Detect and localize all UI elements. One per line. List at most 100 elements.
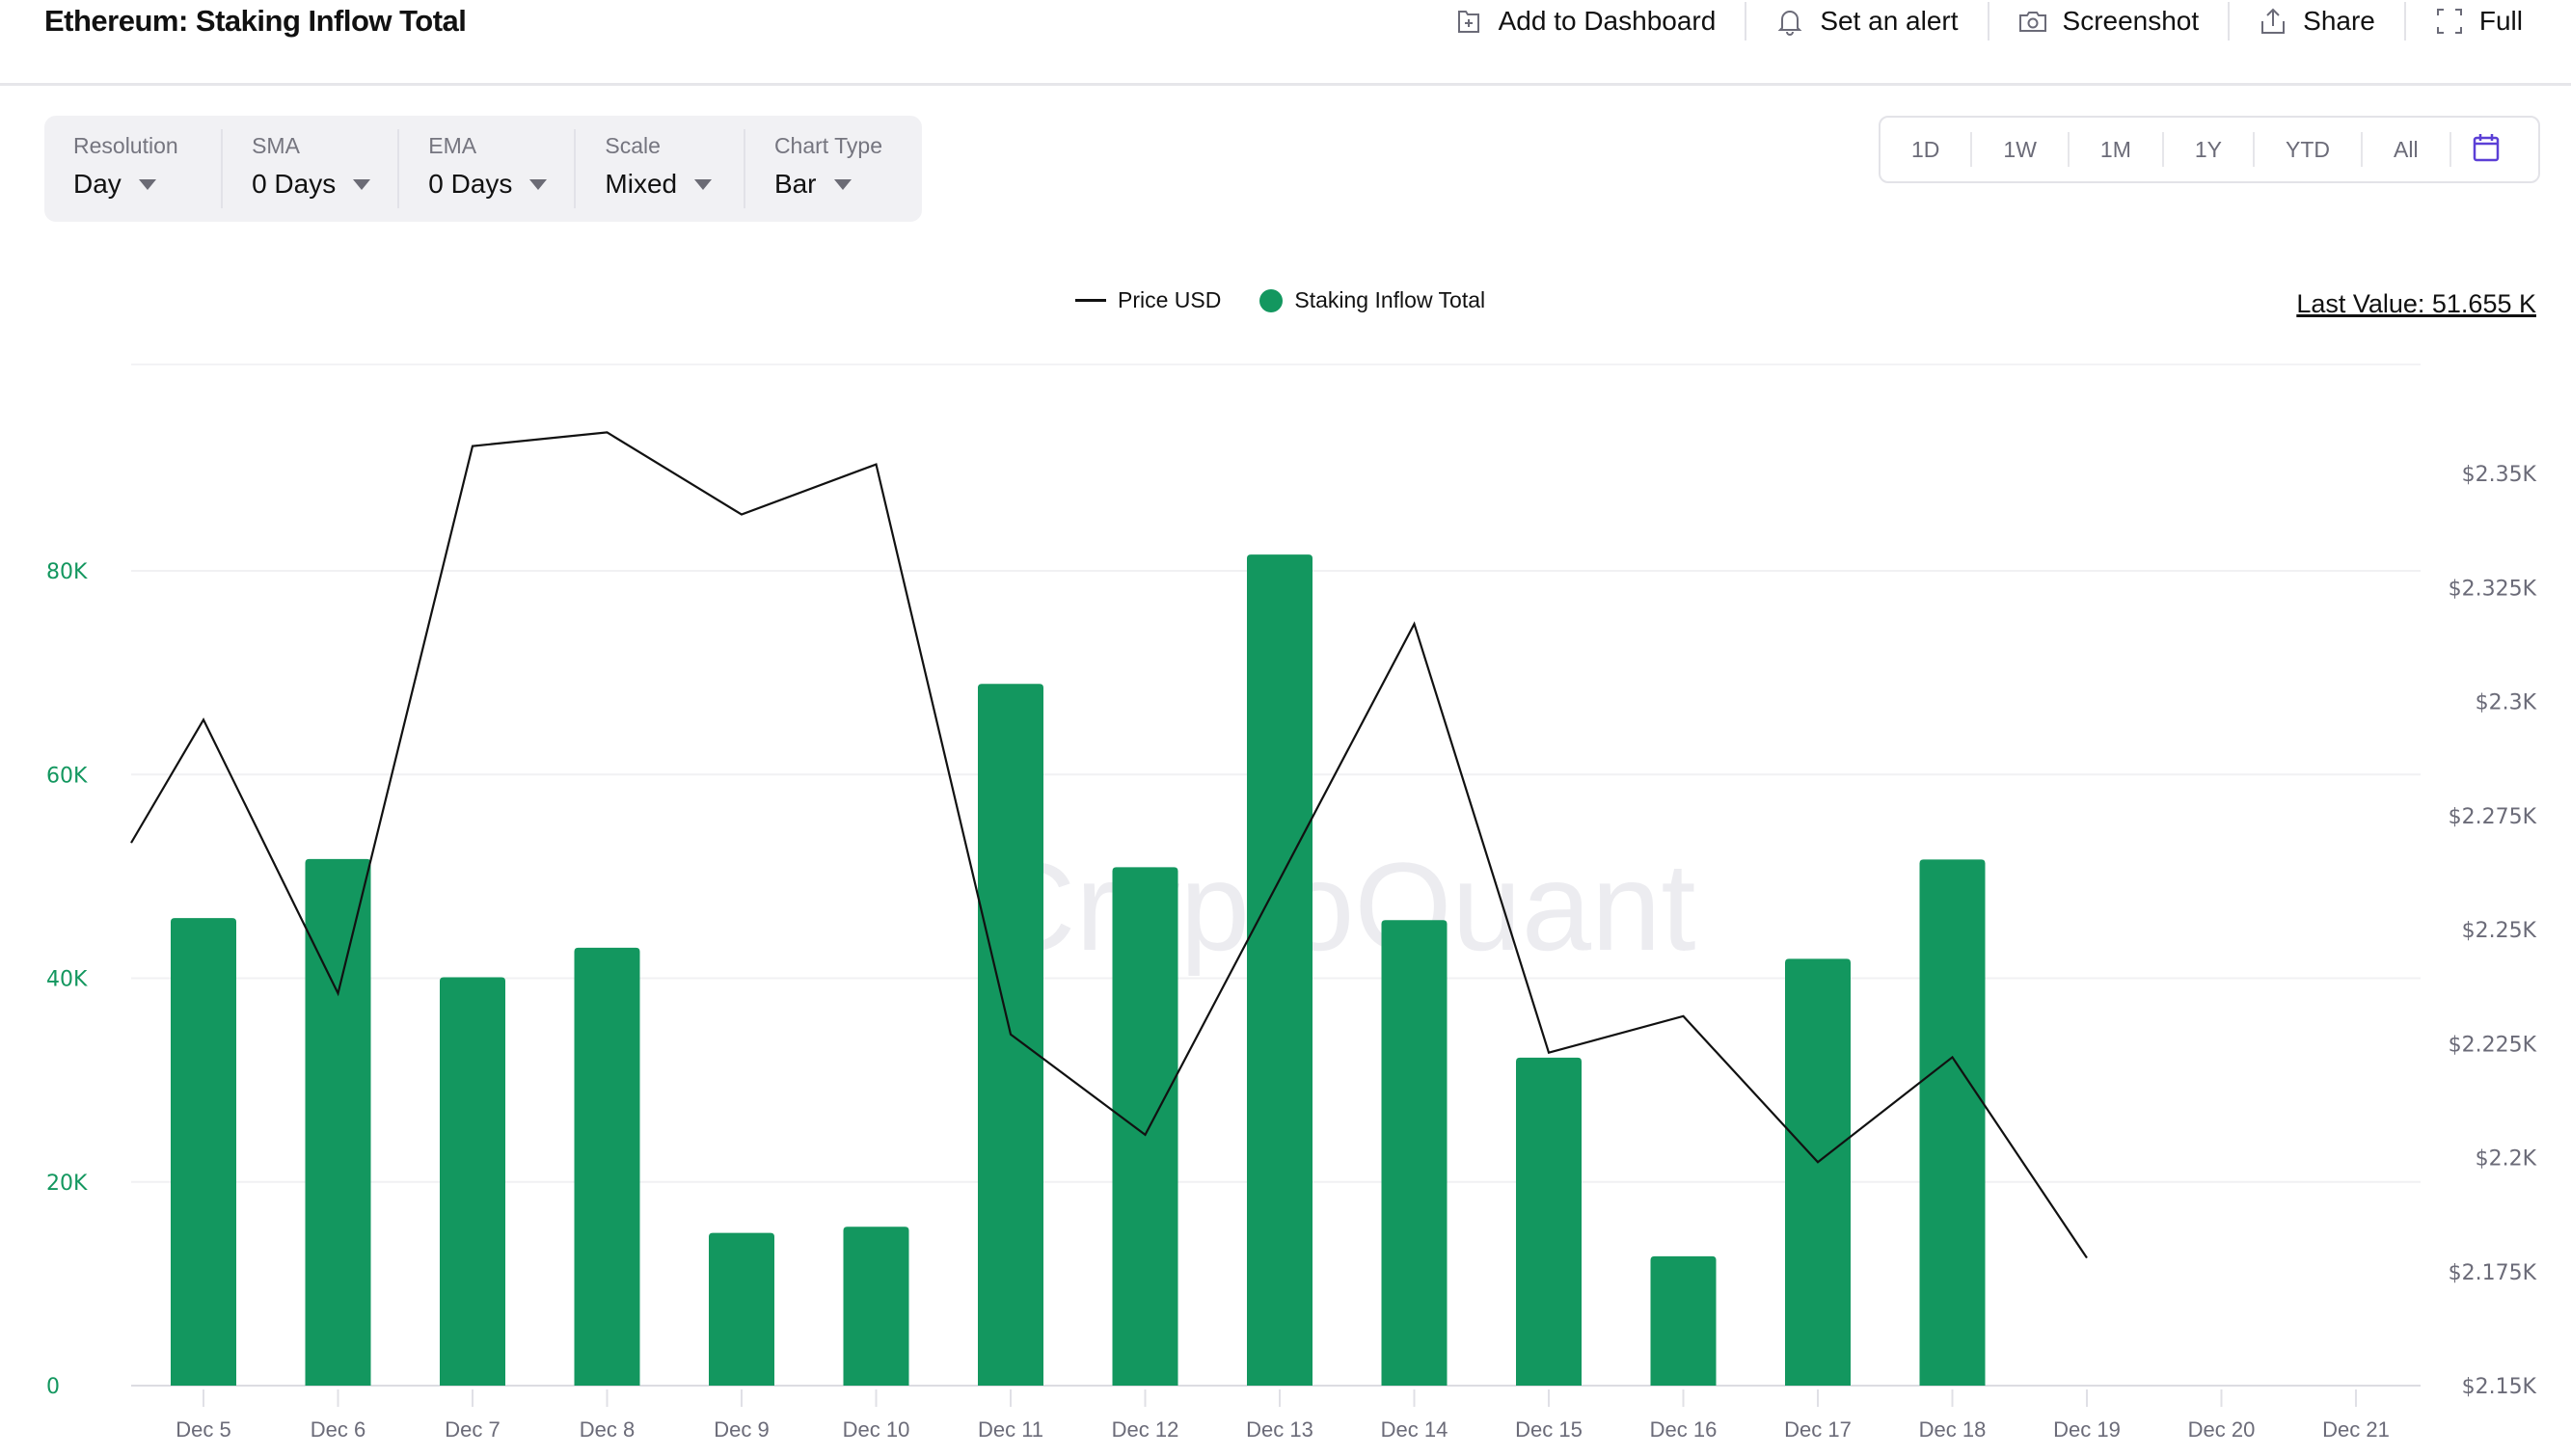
chart-legend: Price USD Staking Inflow Total <box>1075 287 1485 313</box>
range-1m[interactable]: 1M <box>2070 132 2164 167</box>
action-label: Add to Dashboard <box>1498 6 1717 36</box>
sma-select[interactable]: SMA 0 Days <box>223 129 400 208</box>
caret-down-icon <box>694 178 713 190</box>
left-axis-tick-label: 40K <box>46 968 88 992</box>
last-value[interactable]: Last Value: 51.655 K <box>2296 289 2536 319</box>
legend-line-swatch <box>1075 299 1106 302</box>
share-icon <box>2259 7 2287 36</box>
chart-controls: Resolution Day SMA 0 Days EMA 0 Days Sca… <box>44 116 922 222</box>
control-label: EMA <box>428 133 477 158</box>
chart-svg: CryptoQuant 0 20K 40K 60K 80K $2.15K $2.175K $2.… <box>46 364 2537 1442</box>
action-label: Full <box>2478 6 2523 36</box>
bar <box>171 918 236 1386</box>
page-title: Ethereum: Staking Inflow Total <box>44 4 467 38</box>
caret-down-icon <box>138 178 156 190</box>
scale-select[interactable]: Scale Mixed <box>576 129 745 208</box>
action-label: Screenshot <box>2062 6 2200 36</box>
bell-icon <box>1775 7 1804 36</box>
bar <box>1650 1255 1717 1386</box>
right-axis-tick-label: $2.35K <box>2462 463 2537 487</box>
calendar-icon <box>2473 133 2500 167</box>
x-axis-tick-label: Dec 17 <box>1784 1417 1852 1442</box>
screenshot-button[interactable]: Screenshot <box>1987 2 2229 40</box>
caret-down-icon <box>353 178 371 190</box>
legend-staking[interactable]: Staking Inflow Total <box>1294 287 1485 313</box>
time-range-selector: 1D 1W 1M 1Y YTD All <box>1879 116 2540 183</box>
control-label: Resolution <box>73 133 178 158</box>
bar <box>709 1232 774 1386</box>
add-to-dashboard-button[interactable]: Add to Dashboard <box>1425 2 1746 40</box>
left-axis-tick-label: 80K <box>46 560 88 584</box>
ema-select[interactable]: EMA 0 Days <box>399 129 577 208</box>
header-actions: Add to Dashboard Set an alert Screenshot… <box>1425 2 2552 40</box>
x-axis-tick-label: Dec 13 <box>1246 1417 1313 1442</box>
bar <box>305 858 371 1386</box>
right-axis-tick-label: $2.2K <box>2476 1147 2537 1172</box>
watermark: CryptoQuant <box>985 836 1695 977</box>
x-axis-tick-label: Dec 11 <box>978 1417 1043 1442</box>
left-axis-tick-label: 60K <box>46 764 88 788</box>
x-axis-tick-label: Dec 12 <box>1112 1417 1179 1442</box>
bar <box>1919 859 1986 1386</box>
control-value: Mixed <box>605 169 678 199</box>
right-axis-tick-label: $2.25K <box>2462 919 2537 943</box>
bar <box>1381 920 1448 1386</box>
x-axis-tick-label: Dec 18 <box>1919 1417 1987 1442</box>
x-axis-tick-label: Dec 20 <box>2188 1417 2256 1442</box>
x-axis-tick-label: Dec 15 <box>1515 1417 1583 1442</box>
right-axis-tick-label: $2.275K <box>2449 805 2537 829</box>
left-axis-tick-label: 0 <box>46 1375 60 1399</box>
right-axis-tick-label: $2.3K <box>2476 691 2537 715</box>
action-label: Set an alert <box>1820 6 1959 36</box>
bar <box>1516 1057 1582 1386</box>
chart-type-select[interactable]: Chart Type Bar <box>745 129 922 208</box>
x-axis-tick-label: Dec 9 <box>714 1417 769 1442</box>
bar <box>574 947 640 1386</box>
left-axis-tick-label: 20K <box>46 1172 88 1196</box>
resolution-select[interactable]: Resolution Day <box>44 129 224 208</box>
right-axis-tick-label: $2.325K <box>2449 577 2537 601</box>
control-value: Bar <box>773 169 817 199</box>
caret-down-icon <box>833 178 852 190</box>
range-1d[interactable]: 1D <box>1881 132 1973 167</box>
control-label: SMA <box>252 133 300 158</box>
fullscreen-icon <box>2435 7 2464 36</box>
x-axis-tick-label: Dec 7 <box>445 1417 500 1442</box>
bar <box>1112 867 1178 1386</box>
bar <box>440 977 505 1386</box>
page-header: Ethereum: Staking Inflow Total Add to Da… <box>0 0 2571 86</box>
range-ytd[interactable]: YTD <box>2255 132 2363 167</box>
x-axis-tick-label: Dec 8 <box>580 1417 635 1442</box>
camera-icon <box>2018 7 2047 36</box>
range-1w[interactable]: 1W <box>1972 132 2070 167</box>
x-axis-tick-label: Dec 16 <box>1650 1417 1718 1442</box>
action-label: Share <box>2303 6 2375 36</box>
x-axis-tick-label: Dec 6 <box>311 1417 365 1442</box>
control-value: Day <box>73 169 122 199</box>
legend-price[interactable]: Price USD <box>1118 287 1221 313</box>
control-value: 0 Days <box>252 169 337 199</box>
right-axis-tick-label: $2.225K <box>2449 1033 2537 1057</box>
x-axis-tick-label: Dec 10 <box>843 1417 910 1442</box>
x-axis-tick-label: Dec 5 <box>176 1417 230 1442</box>
caret-down-icon <box>529 178 548 190</box>
control-label: Chart Type <box>773 133 883 158</box>
fullscreen-button[interactable]: Full <box>2403 2 2552 40</box>
x-axis-tick-label: Dec 19 <box>2053 1417 2121 1442</box>
add-to-dashboard-icon <box>1454 7 1483 36</box>
control-value: 0 Days <box>428 169 513 199</box>
x-axis-tick-label: Dec 14 <box>1381 1417 1448 1442</box>
set-alert-button[interactable]: Set an alert <box>1745 2 1987 40</box>
legend-dot-swatch <box>1259 288 1284 312</box>
right-axis-tick-label: $2.175K <box>2449 1261 2537 1285</box>
right-axis-tick-label: $2.15K <box>2462 1375 2537 1399</box>
range-all[interactable]: All <box>2363 132 2451 167</box>
calendar-button[interactable] <box>2451 133 2500 167</box>
bar <box>843 1227 909 1386</box>
x-axis-tick-label: Dec 21 <box>2322 1417 2390 1442</box>
control-label: Scale <box>605 133 661 158</box>
bar <box>1785 958 1851 1386</box>
share-button[interactable]: Share <box>2228 2 2404 40</box>
range-1y[interactable]: 1Y <box>2164 132 2255 167</box>
bar <box>1247 554 1313 1386</box>
